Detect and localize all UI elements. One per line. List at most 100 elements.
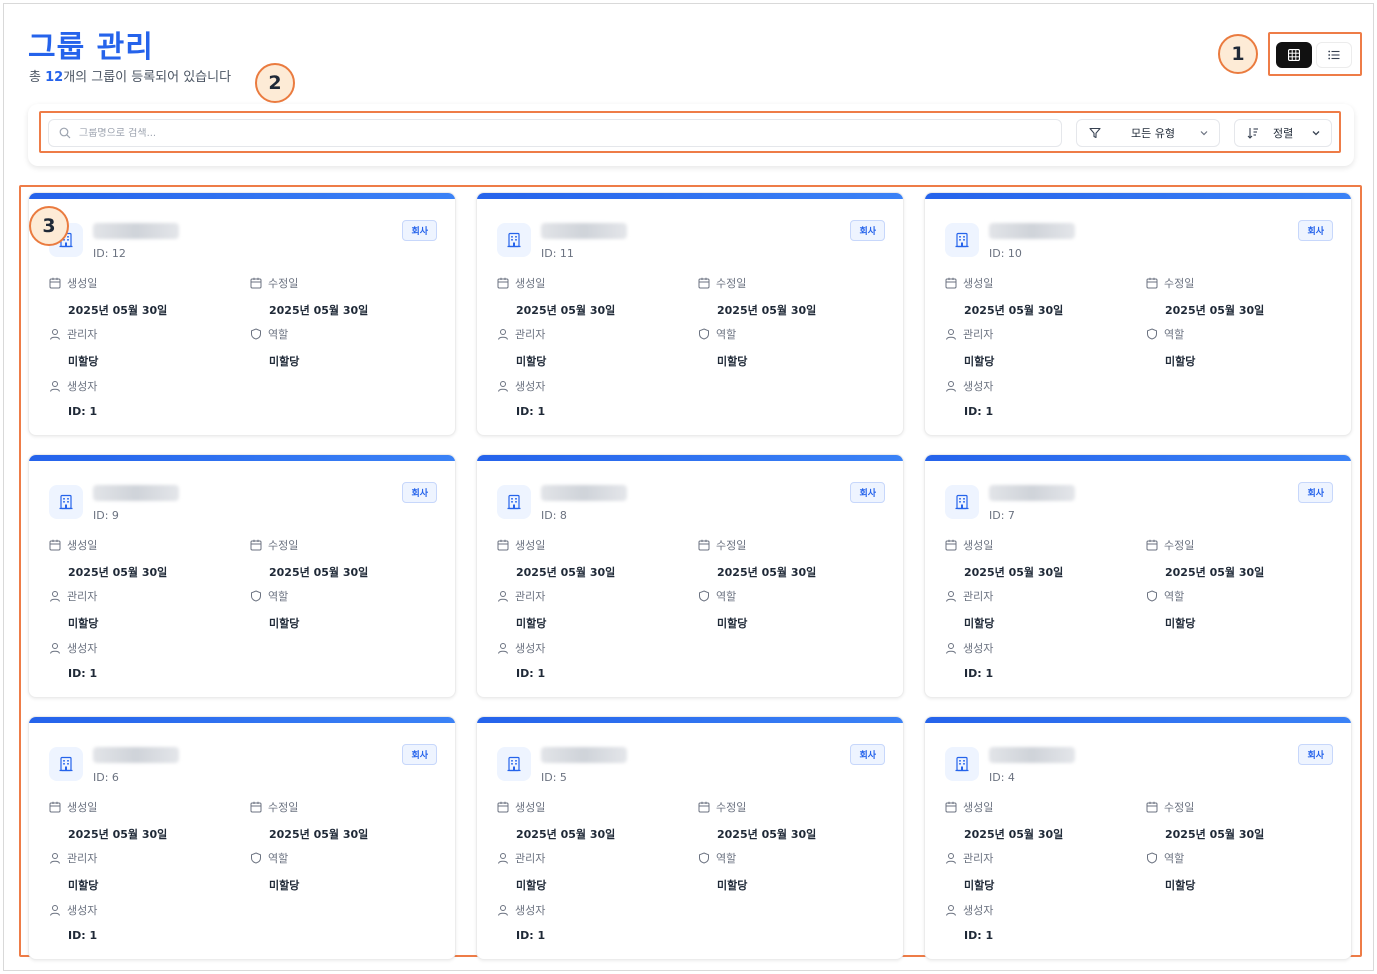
creator-label: 생성자: [67, 380, 98, 393]
manager-value: 미할당: [68, 355, 99, 368]
group-card[interactable]: ID: 5 회사 생성일 2025년 05월 30일 수정일 2025년 05월…: [476, 716, 904, 960]
shield-icon: [251, 328, 261, 340]
group-card[interactable]: ID: 11 회사 생성일 2025년 05월 30일 수정일 2025년 05…: [476, 192, 904, 436]
group-card[interactable]: ID: 4 회사 생성일 2025년 05월 30일 수정일 2025년 05월…: [924, 716, 1352, 960]
group-type-badge: 회사: [850, 220, 885, 241]
user-icon: [946, 329, 956, 340]
subtitle-suffix: 개의 그룹이 등록되어 있습니다: [63, 70, 232, 85]
calendar-icon: [49, 277, 61, 289]
group-card[interactable]: ID: 8 회사 생성일 2025년 05월 30일 수정일 2025년 05월…: [476, 454, 904, 698]
group-card[interactable]: ID: 12 회사 생성일 2025년 05월 30일 수정일 2025년 05…: [28, 192, 456, 436]
updated-field: 수정일 2025년 05월 30일: [250, 799, 368, 842]
role-value: 미할당: [1165, 617, 1196, 630]
updated-field: 수정일 2025년 05월 30일: [250, 275, 368, 318]
list-view-button[interactable]: [1316, 42, 1352, 68]
created-field: 생성일 2025년 05월 30일: [945, 537, 1063, 580]
created-value: 2025년 05월 30일: [68, 304, 168, 317]
calendar-icon: [1146, 539, 1158, 551]
updated-label: 수정일: [1164, 539, 1195, 552]
role-field: 역할 미할당: [1146, 588, 1195, 631]
updated-value: 2025년 05월 30일: [1165, 566, 1265, 579]
group-id: ID: 11: [541, 247, 574, 260]
creator-label: 생성자: [515, 642, 546, 655]
creator-label: 생성자: [515, 380, 546, 393]
user-icon: [498, 643, 508, 654]
created-field: 생성일 2025년 05월 30일: [497, 275, 615, 318]
created-label: 생성일: [963, 539, 994, 552]
creator-label: 생성자: [515, 904, 546, 917]
calendar-icon: [497, 277, 509, 289]
created-value: 2025년 05월 30일: [516, 828, 616, 841]
card-accent-bar: [477, 455, 903, 461]
card-accent-bar: [29, 193, 455, 199]
role-field: 역할 미할당: [1146, 850, 1195, 893]
created-field: 생성일 2025년 05월 30일: [945, 275, 1063, 318]
creator-label: 생성자: [963, 642, 994, 655]
list-icon: [1328, 50, 1340, 60]
role-value: 미할당: [717, 355, 748, 368]
creator-value: ID: 1: [68, 405, 98, 418]
group-name-redacted: [93, 485, 179, 501]
group-type-badge: 회사: [1298, 220, 1333, 241]
calendar-icon: [945, 277, 957, 289]
card-accent-bar: [925, 193, 1351, 199]
building-icon: [497, 223, 531, 257]
created-label: 생성일: [515, 277, 546, 290]
role-label: 역할: [268, 328, 289, 341]
group-type-badge: 회사: [850, 744, 885, 765]
role-label: 역할: [716, 328, 737, 341]
building-icon: [945, 485, 979, 519]
user-icon: [50, 853, 60, 864]
role-value: 미할당: [269, 879, 300, 892]
callout-number-3: 3: [29, 206, 69, 246]
manager-label: 관리자: [515, 328, 546, 341]
updated-label: 수정일: [1164, 277, 1195, 290]
role-field: 역할 미할당: [250, 588, 299, 631]
role-value: 미할당: [717, 879, 748, 892]
group-id: ID: 6: [93, 771, 119, 784]
group-card[interactable]: ID: 9 회사 생성일 2025년 05월 30일 수정일 2025년 05월…: [28, 454, 456, 698]
group-id: ID: 4: [989, 771, 1015, 784]
group-type-badge: 회사: [402, 482, 437, 503]
role-label: 역할: [268, 590, 289, 603]
group-card[interactable]: ID: 7 회사 생성일 2025년 05월 30일 수정일 2025년 05월…: [924, 454, 1352, 698]
manager-field: 관리자 미할당: [945, 850, 994, 893]
updated-label: 수정일: [716, 277, 747, 290]
role-field: 역할 미할당: [250, 326, 299, 369]
creator-value: ID: 1: [964, 405, 994, 418]
creator-label: 생성자: [67, 904, 98, 917]
group-card[interactable]: ID: 6 회사 생성일 2025년 05월 30일 수정일 2025년 05월…: [28, 716, 456, 960]
card-accent-bar: [477, 717, 903, 723]
group-card[interactable]: ID: 10 회사 생성일 2025년 05월 30일 수정일 2025년 05…: [924, 192, 1352, 436]
shield-icon: [251, 852, 261, 864]
manager-field: 관리자 미할당: [49, 588, 98, 631]
manager-label: 관리자: [67, 328, 98, 341]
creator-field: 생성자 ID: 1: [945, 902, 993, 942]
created-value: 2025년 05월 30일: [516, 304, 616, 317]
card-accent-bar: [925, 455, 1351, 461]
manager-label: 관리자: [963, 852, 994, 865]
updated-value: 2025년 05월 30일: [1165, 828, 1265, 841]
created-label: 생성일: [963, 277, 994, 290]
grid-view-button[interactable]: [1276, 42, 1312, 68]
creator-value: ID: 1: [516, 667, 546, 680]
group-id: ID: 10: [989, 247, 1022, 260]
page-title: 그룹 관리: [28, 30, 154, 65]
manager-value: 미할당: [516, 879, 547, 892]
calendar-icon: [1146, 801, 1158, 813]
manager-field: 관리자 미할당: [497, 326, 546, 369]
updated-value: 2025년 05월 30일: [717, 566, 817, 579]
building-icon: [49, 747, 83, 781]
user-icon: [498, 381, 508, 392]
updated-value: 2025년 05월 30일: [269, 566, 369, 579]
building-icon: [497, 747, 531, 781]
manager-value: 미할당: [964, 879, 995, 892]
created-value: 2025년 05월 30일: [964, 304, 1064, 317]
group-count: 12: [45, 70, 64, 85]
group-id: ID: 8: [541, 509, 567, 522]
creator-field: 생성자 ID: 1: [497, 378, 545, 418]
calendar-icon: [945, 801, 957, 813]
calendar-icon: [250, 539, 262, 551]
creator-field: 생성자 ID: 1: [497, 902, 545, 942]
user-icon: [50, 329, 60, 340]
